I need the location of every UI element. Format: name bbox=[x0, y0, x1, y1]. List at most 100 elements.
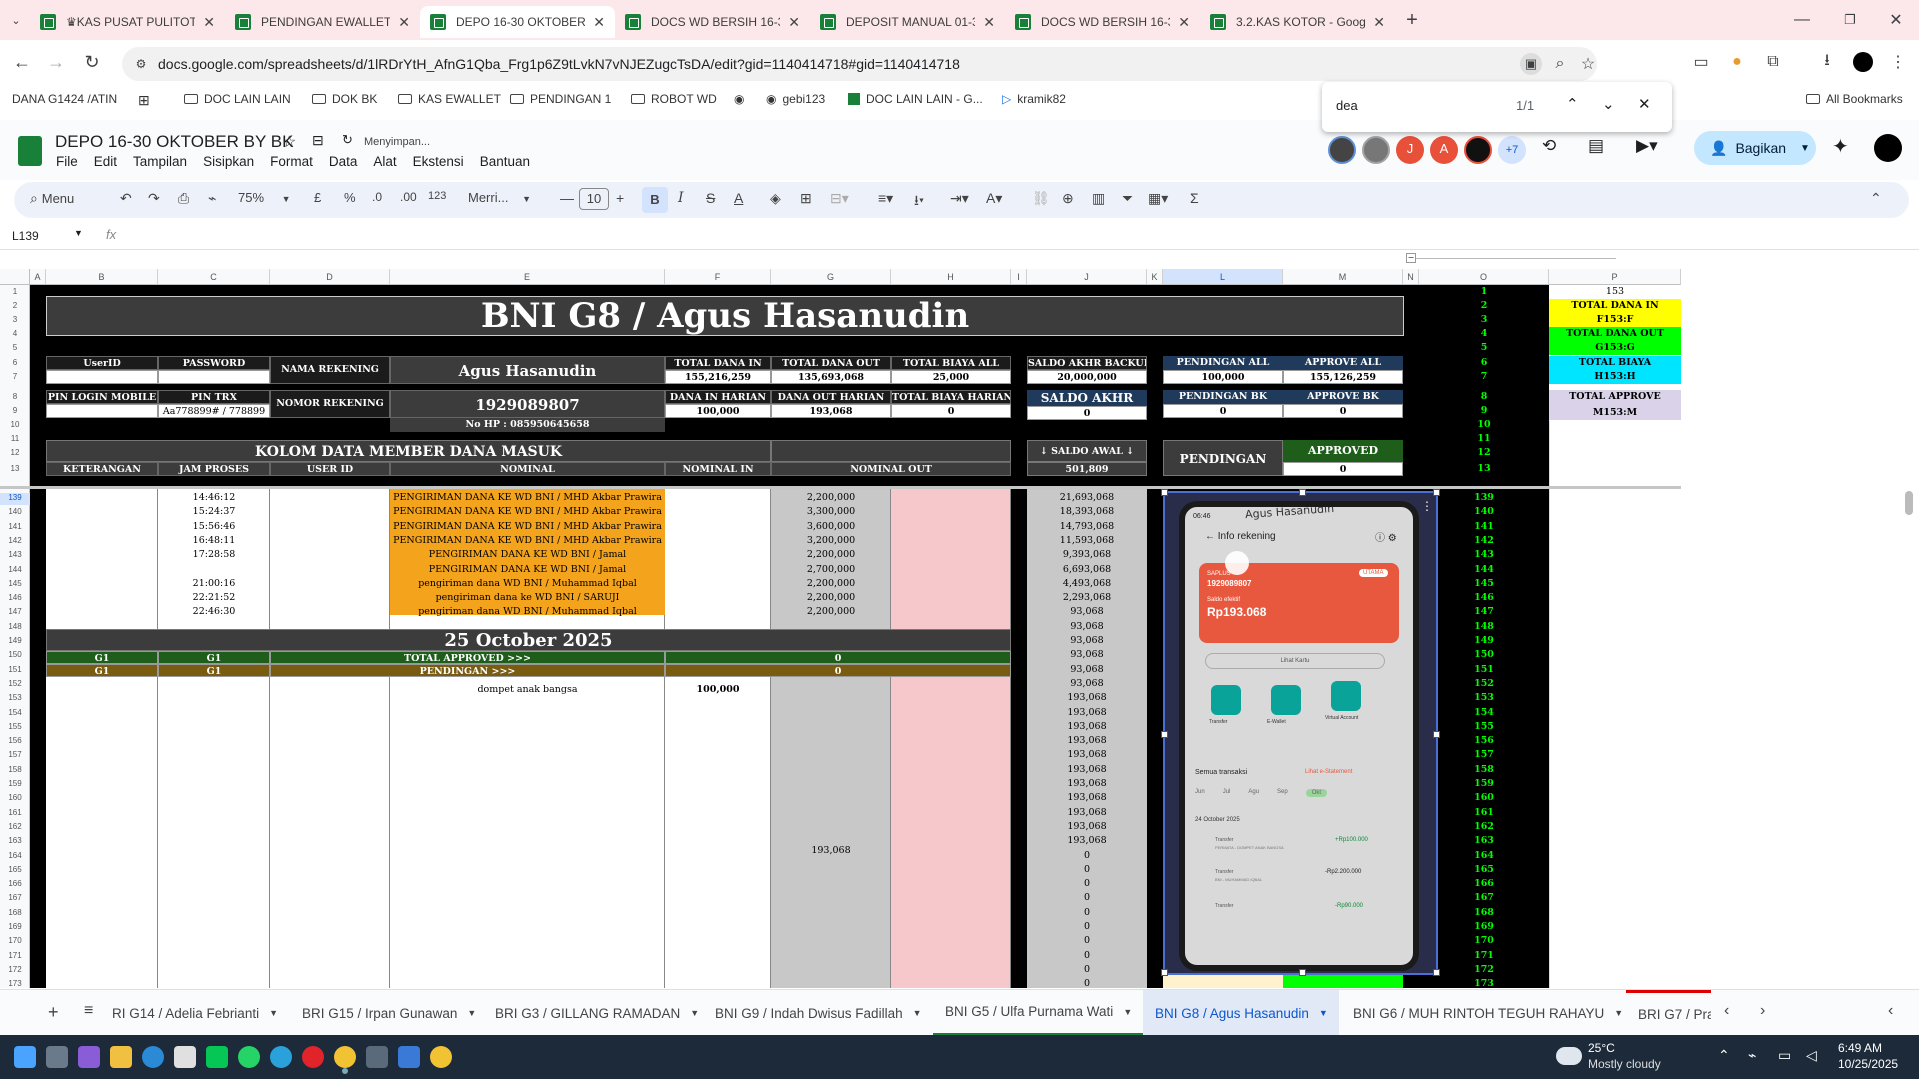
row-nominal[interactable]: PENGIRIMAN DANA KE WD BNI / MHD Akbar Pr… bbox=[390, 534, 665, 548]
resize-handle[interactable] bbox=[1299, 969, 1306, 976]
all-sheets-icon[interactable]: ≡ bbox=[84, 1002, 93, 1020]
row-saldo[interactable]: 4,493,068 bbox=[1027, 577, 1147, 591]
gemini-icon[interactable]: ✦ bbox=[1832, 134, 1849, 159]
find-close-icon[interactable]: ✕ bbox=[1638, 95, 1651, 113]
sheet-tab[interactable]: BNI G6 / MUH RINTOH TEGUH RAHAYU ▼ bbox=[1341, 990, 1626, 1036]
row-nominal[interactable]: pengiriman dana WD BNI / Muhammad Iqbal bbox=[390, 577, 665, 591]
app-icon[interactable] bbox=[398, 1046, 420, 1068]
collaborator-avatar[interactable] bbox=[1328, 136, 1356, 164]
bookmark-star-icon[interactable]: ☆ bbox=[1577, 53, 1599, 75]
close-icon[interactable]: ✕ bbox=[203, 14, 215, 31]
print-icon[interactable]: ⎙ bbox=[178, 190, 189, 207]
row-jam[interactable]: 22:46:30 bbox=[158, 605, 270, 619]
row-number[interactable]: 173 bbox=[0, 979, 30, 988]
display-icon[interactable]: ▭ bbox=[1778, 1047, 1791, 1064]
row-nominal[interactable]: pengiriman dana WD BNI / Muhammad Iqbal bbox=[390, 605, 665, 619]
image-menu-icon[interactable]: ⋮ bbox=[1421, 499, 1433, 513]
p-range-biaya[interactable]: H153:H bbox=[1549, 370, 1681, 384]
currency-format[interactable]: £ bbox=[314, 190, 321, 205]
pendingan-value[interactable]: 0 bbox=[665, 664, 1011, 677]
collaborator-avatar[interactable]: J bbox=[1396, 136, 1424, 164]
find-input[interactable]: dea bbox=[1336, 98, 1358, 113]
row-number[interactable]: 142 bbox=[0, 536, 30, 548]
decrease-decimal[interactable]: .0 bbox=[372, 190, 382, 204]
value-saldo-backup[interactable]: 20,000,000 bbox=[1027, 370, 1147, 384]
row-jam[interactable] bbox=[158, 563, 270, 577]
row-saldo[interactable]: 18,393,068 bbox=[1027, 505, 1147, 519]
row-number[interactable]: 151 bbox=[0, 665, 30, 677]
close-icon[interactable]: ✕ bbox=[398, 14, 410, 31]
chevron-down-icon[interactable]: ▼ bbox=[74, 228, 83, 238]
value-pin-trx[interactable]: Aa778899# / 778899 bbox=[158, 404, 270, 418]
comment-icon[interactable]: ⊕ bbox=[1062, 190, 1074, 207]
phone-screenshot[interactable]: Agus Hasanudin 06:46 ← Info rekening ⓘ ⚙… bbox=[1161, 489, 1440, 976]
menu-tools[interactable]: Alat bbox=[373, 154, 396, 169]
row-saldo[interactable]: 193,068 bbox=[1027, 777, 1147, 791]
strikethrough-button[interactable]: S bbox=[706, 190, 715, 206]
back-icon[interactable]: ← bbox=[10, 50, 34, 74]
sheet-tab[interactable]: RI G14 / Adelia Febrianti ▼ bbox=[100, 990, 290, 1036]
row-number[interactable]: 166 bbox=[0, 879, 30, 891]
redo-icon[interactable]: ↷ bbox=[148, 190, 160, 207]
row-saldo[interactable]: 0 bbox=[1027, 863, 1147, 877]
row-number[interactable]: 140 bbox=[0, 507, 30, 519]
sheet-tab-active[interactable]: BNI G8 / Agus Hasanudin ▼ bbox=[1143, 990, 1339, 1036]
row-saldo[interactable]: 0 bbox=[1027, 963, 1147, 977]
meet-icon[interactable]: ▶▾ bbox=[1636, 136, 1658, 156]
col-header[interactable]: E bbox=[390, 269, 665, 285]
paint-format-icon[interactable]: ⌁ bbox=[208, 190, 216, 207]
browser-tab[interactable]: ♛KAS PUSAT PULITOTO OKTOB✕ bbox=[30, 6, 225, 38]
p-range-dana-out[interactable]: G153:G bbox=[1549, 341, 1681, 355]
bold-button[interactable]: B bbox=[642, 187, 668, 213]
row-number[interactable]: 145 bbox=[0, 579, 30, 591]
row-saldo[interactable]: 193,068 bbox=[1027, 691, 1147, 705]
scroll-tabs-right-icon[interactable]: › bbox=[1760, 1002, 1765, 1020]
sheet-tab[interactable]: BRI G7 / Pra: bbox=[1626, 990, 1711, 1036]
sheet-tab[interactable]: BNI G9 / Indah Dwisus Fadillah ▼ bbox=[703, 990, 933, 1036]
restore-icon[interactable]: ❐ bbox=[1838, 8, 1862, 32]
cell-m173[interactable] bbox=[1283, 975, 1403, 988]
row-saldo[interactable]: 93,068 bbox=[1027, 634, 1147, 648]
row-number[interactable]: 8 bbox=[0, 392, 30, 404]
row-saldo[interactable]: 0 bbox=[1027, 977, 1147, 988]
col-header[interactable]: N bbox=[1403, 269, 1419, 285]
doc-title[interactable]: DEPO 16-30 OKTOBER BY BK bbox=[55, 132, 293, 152]
row-number[interactable]: 139 bbox=[0, 493, 30, 505]
resize-handle[interactable] bbox=[1433, 489, 1440, 496]
name-box[interactable]: L139 bbox=[12, 229, 39, 243]
history-icon[interactable]: ⟲ bbox=[1542, 136, 1556, 156]
row-number[interactable]: 9 bbox=[0, 406, 30, 418]
globe-icon[interactable]: ◉ bbox=[734, 92, 744, 106]
row-number[interactable]: 12 bbox=[0, 448, 30, 460]
chrome-menu-icon[interactable]: ⋮ bbox=[1886, 50, 1910, 74]
menu-view[interactable]: Tampilan bbox=[133, 154, 187, 169]
row-saldo[interactable]: 193,068 bbox=[1027, 748, 1147, 762]
row-saldo[interactable]: 193,068 bbox=[1027, 763, 1147, 777]
row-saldo[interactable]: 0 bbox=[1027, 849, 1147, 863]
text-wrap-icon[interactable]: ⇥▾ bbox=[950, 190, 969, 207]
row-number[interactable]: 1 bbox=[0, 287, 30, 299]
row-number[interactable]: 161 bbox=[0, 808, 30, 820]
row-nominal-out[interactable]: 2,200,000 bbox=[771, 591, 891, 605]
row-number[interactable]: 13 bbox=[0, 464, 30, 476]
store-icon[interactable] bbox=[174, 1046, 196, 1068]
row-saldo[interactable]: 193,068 bbox=[1027, 791, 1147, 805]
bookmark-folder[interactable]: KAS EWALLET bbox=[398, 92, 501, 106]
add-sheet-icon[interactable]: + bbox=[48, 1002, 59, 1023]
col-header[interactable]: A bbox=[30, 269, 46, 285]
side-panel-icon[interactable]: ‹ bbox=[1888, 1002, 1893, 1020]
row-saldo[interactable]: 193,068 bbox=[1027, 806, 1147, 820]
align-horizontal-icon[interactable]: ≡▾ bbox=[878, 190, 893, 207]
window-close-icon[interactable]: ✕ bbox=[1884, 8, 1908, 32]
collaborator-avatar[interactable]: A bbox=[1430, 136, 1458, 164]
bookmark-folder[interactable]: ROBOT WD bbox=[631, 92, 717, 106]
row-saldo[interactable]: 193,068 bbox=[1027, 706, 1147, 720]
value-approve-all[interactable]: 155,126,259 bbox=[1283, 370, 1403, 384]
row-number[interactable]: 143 bbox=[0, 550, 30, 562]
spreadsheet-grid[interactable]: − A B C D E F G H I J K L M N O P 123456… bbox=[0, 251, 1919, 988]
close-icon[interactable]: ✕ bbox=[593, 14, 605, 31]
browser-tab[interactable]: DOCS WD BERSIH 16-30 - Goo✕ bbox=[1005, 6, 1200, 38]
row-number[interactable]: 160 bbox=[0, 793, 30, 805]
temperature[interactable]: 25°C bbox=[1588, 1041, 1615, 1055]
font-size-increase[interactable]: + bbox=[616, 190, 624, 206]
